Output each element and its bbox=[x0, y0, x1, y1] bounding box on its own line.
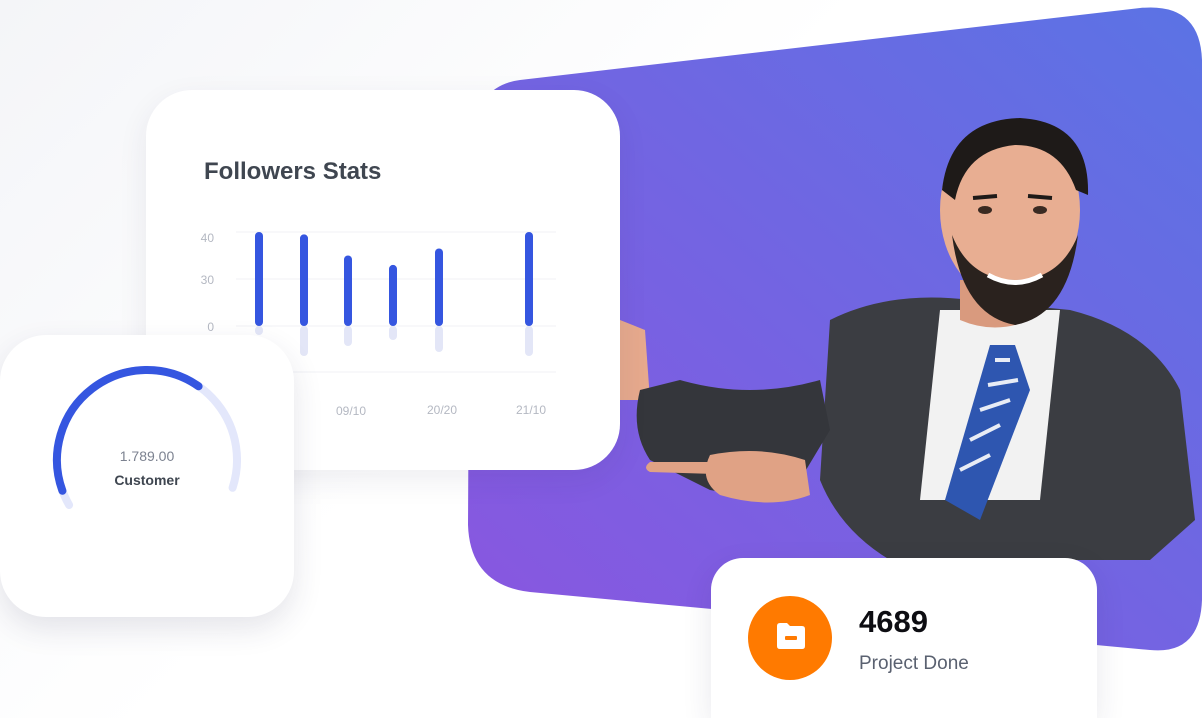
project-label: Project Done bbox=[859, 653, 969, 674]
bar bbox=[435, 248, 443, 326]
folder-badge bbox=[748, 596, 832, 680]
bar bbox=[255, 232, 263, 326]
customer-label: Customer bbox=[114, 472, 180, 488]
y-tick-label: 40 bbox=[201, 231, 215, 245]
y-tick-label: 0 bbox=[207, 320, 214, 334]
project-count: 4689 bbox=[859, 604, 928, 639]
customer-card: 1.789.00 Customer bbox=[0, 335, 294, 617]
bar-reflection bbox=[435, 326, 443, 352]
y-tick-label: 30 bbox=[201, 273, 215, 287]
bar bbox=[525, 232, 533, 326]
bar-reflection bbox=[389, 326, 397, 340]
project-done-card: 4689 Project Done bbox=[711, 558, 1097, 718]
bar-reflection bbox=[525, 326, 533, 356]
bar-reflection bbox=[255, 326, 263, 335]
customer-value: 1.789.00 bbox=[119, 448, 175, 464]
bars-group bbox=[255, 232, 533, 356]
x-tick-label: 20/20 bbox=[427, 403, 457, 417]
bar bbox=[389, 264, 397, 326]
bar-reflection bbox=[300, 326, 308, 356]
bar bbox=[300, 234, 308, 326]
folder-icon bbox=[777, 623, 805, 649]
hero-stage: Followers Stats 40 30 0 09/10 20/20 21/1… bbox=[0, 0, 1204, 718]
x-tick-label: 09/10 bbox=[336, 404, 366, 418]
bar-reflection bbox=[344, 326, 352, 346]
x-tick-label: 21/10 bbox=[516, 403, 546, 417]
businessman-illustration bbox=[616, 118, 1195, 560]
bar bbox=[344, 255, 352, 326]
